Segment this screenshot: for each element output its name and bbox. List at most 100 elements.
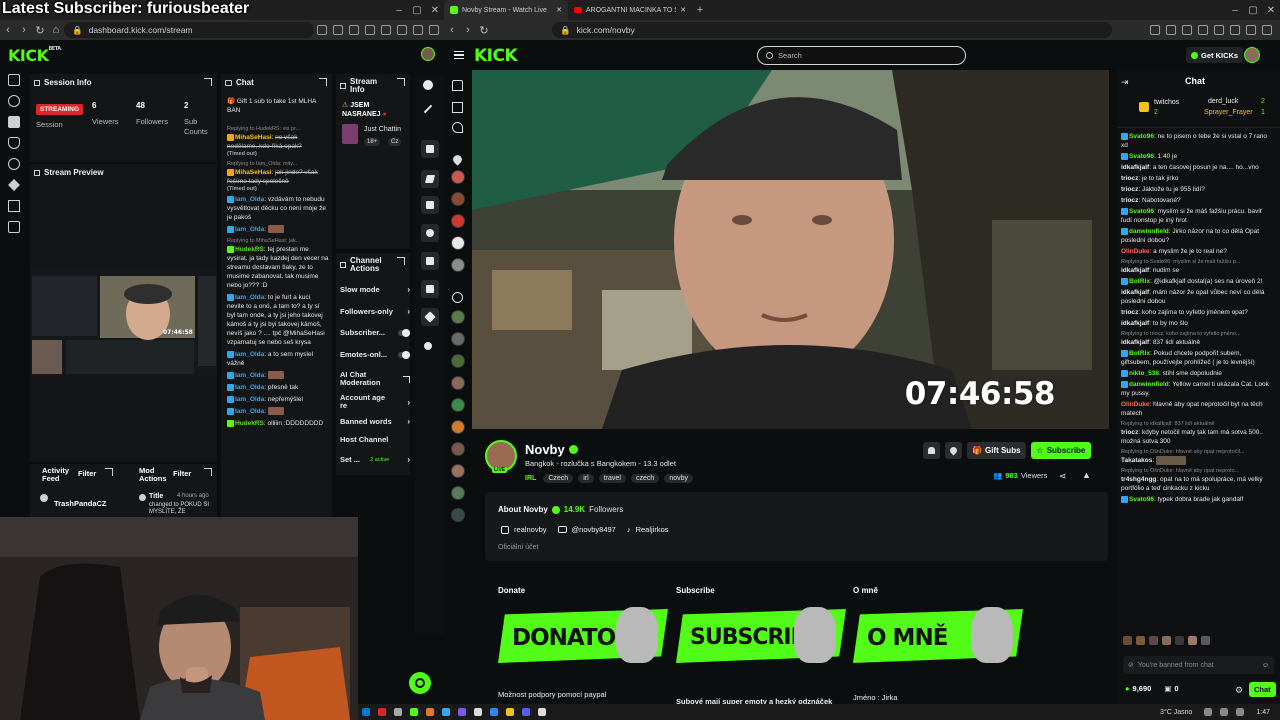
stream-icon[interactable] bbox=[8, 74, 20, 86]
tag[interactable]: irl bbox=[578, 474, 594, 483]
followed-channel-avatar[interactable] bbox=[451, 486, 465, 500]
extension-icon[interactable] bbox=[1182, 25, 1192, 35]
browse-icon[interactable] bbox=[452, 102, 463, 113]
tag[interactable]: Czech bbox=[543, 474, 574, 483]
extension-icon[interactable] bbox=[1166, 25, 1176, 35]
subscribe-banner[interactable]: SUBSCRIBE bbox=[676, 603, 846, 667]
tag[interactable]: czech bbox=[630, 474, 660, 483]
reply-context[interactable]: Replying to idkafkjalf: 837 lidí aktuáln… bbox=[1121, 420, 1273, 428]
share-icon[interactable]: ⋖ bbox=[1059, 471, 1067, 482]
tag[interactable]: travel bbox=[598, 474, 626, 483]
clock-text[interactable]: 1:47 bbox=[1256, 709, 1270, 716]
tool-button-5[interactable] bbox=[421, 252, 439, 270]
close-icon[interactable]: ✕ bbox=[426, 5, 444, 16]
extension-icon[interactable] bbox=[1230, 25, 1240, 35]
app-icon[interactable] bbox=[378, 708, 386, 716]
gift-subs-button[interactable]: 🎁 Gift Subs bbox=[967, 442, 1026, 459]
heart-icon[interactable] bbox=[451, 153, 464, 166]
emote[interactable] bbox=[1188, 636, 1197, 645]
reply-context[interactable]: Replying to OlinDuke: hlavně aby opat ne… bbox=[1121, 448, 1273, 456]
users-icon[interactable] bbox=[8, 200, 20, 212]
chat-username[interactable]: Takatakos bbox=[1121, 457, 1152, 464]
forward-icon[interactable]: › bbox=[16, 24, 32, 36]
maximize-icon[interactable]: ▢ bbox=[408, 5, 426, 16]
channel-action-item[interactable]: Account age re › bbox=[340, 394, 410, 410]
toggle-switch[interactable] bbox=[398, 351, 410, 359]
donate-banner[interactable]: DONATOSS bbox=[498, 603, 668, 667]
home-icon[interactable]: ⌂ bbox=[48, 24, 64, 36]
reply-context[interactable]: Replying to Iam_Olda: mity... bbox=[227, 160, 329, 168]
followed-channel-avatar[interactable] bbox=[451, 398, 465, 412]
maximize-icon[interactable]: ▢ bbox=[1244, 5, 1262, 16]
chat-username[interactable]: Iam_Olda bbox=[235, 226, 264, 233]
minimize-icon[interactable]: – bbox=[390, 5, 408, 16]
chat-input[interactable]: ⊘ You're banned from chat ☺ bbox=[1123, 656, 1274, 674]
avatar[interactable] bbox=[1244, 47, 1260, 63]
avatar[interactable] bbox=[421, 47, 435, 61]
new-tab-icon[interactable]: + bbox=[692, 4, 708, 16]
chat-username[interactable]: OlinDuke bbox=[1121, 401, 1150, 408]
app-icon[interactable] bbox=[394, 708, 402, 716]
followed-channel-avatar[interactable] bbox=[451, 310, 465, 324]
dashboard-icon[interactable] bbox=[8, 116, 20, 128]
right-url-field[interactable]: 🔒 kick.com/novby bbox=[552, 22, 1112, 38]
channel-action-item[interactable]: Emotes-onl... bbox=[340, 351, 410, 359]
tool-button-3[interactable] bbox=[421, 196, 439, 214]
filter-button[interactable]: Filter bbox=[173, 469, 191, 478]
chat-username[interactable]: Svato96 bbox=[1129, 496, 1154, 503]
chat-username[interactable]: MihaSeHasi bbox=[235, 169, 272, 176]
chat-username[interactable]: HudekRS bbox=[235, 246, 264, 253]
tool-button-4[interactable] bbox=[421, 224, 439, 242]
filter-button[interactable]: Filter bbox=[78, 469, 96, 478]
chat-username[interactable]: triocz bbox=[1121, 309, 1138, 316]
get-kicks-button[interactable]: Get KICKs bbox=[1186, 47, 1244, 63]
extension-icon[interactable] bbox=[317, 25, 327, 35]
channel-action-item[interactable]: Banned words › bbox=[340, 417, 410, 426]
chat-username[interactable]: tr4shg4ngg bbox=[1121, 476, 1156, 483]
tab-youtube[interactable]: AROGANTNÍ MACINKA TO SCHYTAL ✕ bbox=[568, 0, 692, 20]
followed-channel-avatar[interactable] bbox=[451, 192, 465, 206]
extension-icon[interactable] bbox=[365, 25, 375, 35]
tag[interactable]: novby bbox=[664, 474, 693, 483]
broadcast-icon[interactable] bbox=[452, 292, 463, 303]
tools-icon[interactable] bbox=[8, 179, 20, 191]
chat-username[interactable]: triocz bbox=[1121, 186, 1138, 193]
tiktok-link[interactable]: Realjirkos bbox=[636, 525, 669, 534]
chat-username[interactable]: idkafkjalf bbox=[1121, 339, 1149, 346]
channel-name[interactable]: Novby bbox=[525, 442, 565, 457]
minimize-icon[interactable]: – bbox=[1226, 5, 1244, 16]
share-icon[interactable] bbox=[424, 342, 432, 350]
category-link[interactable]: IRL bbox=[525, 475, 536, 482]
chat-username[interactable]: triocz bbox=[1121, 197, 1138, 204]
emote[interactable] bbox=[1149, 636, 1158, 645]
chat-username[interactable]: Iam_Olda bbox=[235, 384, 264, 391]
followed-channel-avatar[interactable] bbox=[451, 214, 465, 228]
about-me-banner[interactable]: O MNĚ bbox=[853, 603, 1023, 667]
chat-username[interactable]: Iam_Olda bbox=[235, 294, 264, 301]
chat-username[interactable]: Svato96 bbox=[1129, 153, 1154, 160]
tool-button-7[interactable] bbox=[421, 308, 439, 326]
subscribe-button[interactable]: ☆ Subscribe bbox=[1030, 442, 1092, 459]
popout-icon[interactable] bbox=[105, 468, 113, 476]
reply-context[interactable]: Replying to triocz: koho zajíma to vyfet… bbox=[1121, 330, 1273, 338]
chat-username[interactable]: nikto_536 bbox=[1129, 370, 1159, 377]
extension-icon[interactable] bbox=[1214, 25, 1224, 35]
app-icon[interactable] bbox=[458, 708, 466, 716]
chat-username[interactable]: Svato96 bbox=[1129, 133, 1154, 140]
extension-icon[interactable] bbox=[397, 25, 407, 35]
emote[interactable] bbox=[1162, 636, 1171, 645]
info-icon[interactable] bbox=[423, 80, 433, 90]
chat-username[interactable]: BotRix bbox=[1129, 278, 1150, 285]
tool-button-2[interactable] bbox=[421, 170, 439, 188]
notification-bell-button[interactable] bbox=[923, 442, 940, 459]
extension-icon[interactable] bbox=[349, 25, 359, 35]
followed-channel-avatar[interactable] bbox=[451, 442, 465, 456]
extension-icon[interactable] bbox=[381, 25, 391, 35]
app-icon[interactable] bbox=[538, 708, 546, 716]
app-icon[interactable] bbox=[474, 708, 482, 716]
extension-icon[interactable] bbox=[429, 25, 439, 35]
followed-channel-avatar[interactable] bbox=[451, 420, 465, 434]
chat-username[interactable]: idkafkjalf bbox=[1121, 164, 1149, 171]
chat-settings-icon[interactable]: ⚙ bbox=[1235, 685, 1243, 696]
followed-channel-avatar[interactable] bbox=[451, 258, 465, 272]
